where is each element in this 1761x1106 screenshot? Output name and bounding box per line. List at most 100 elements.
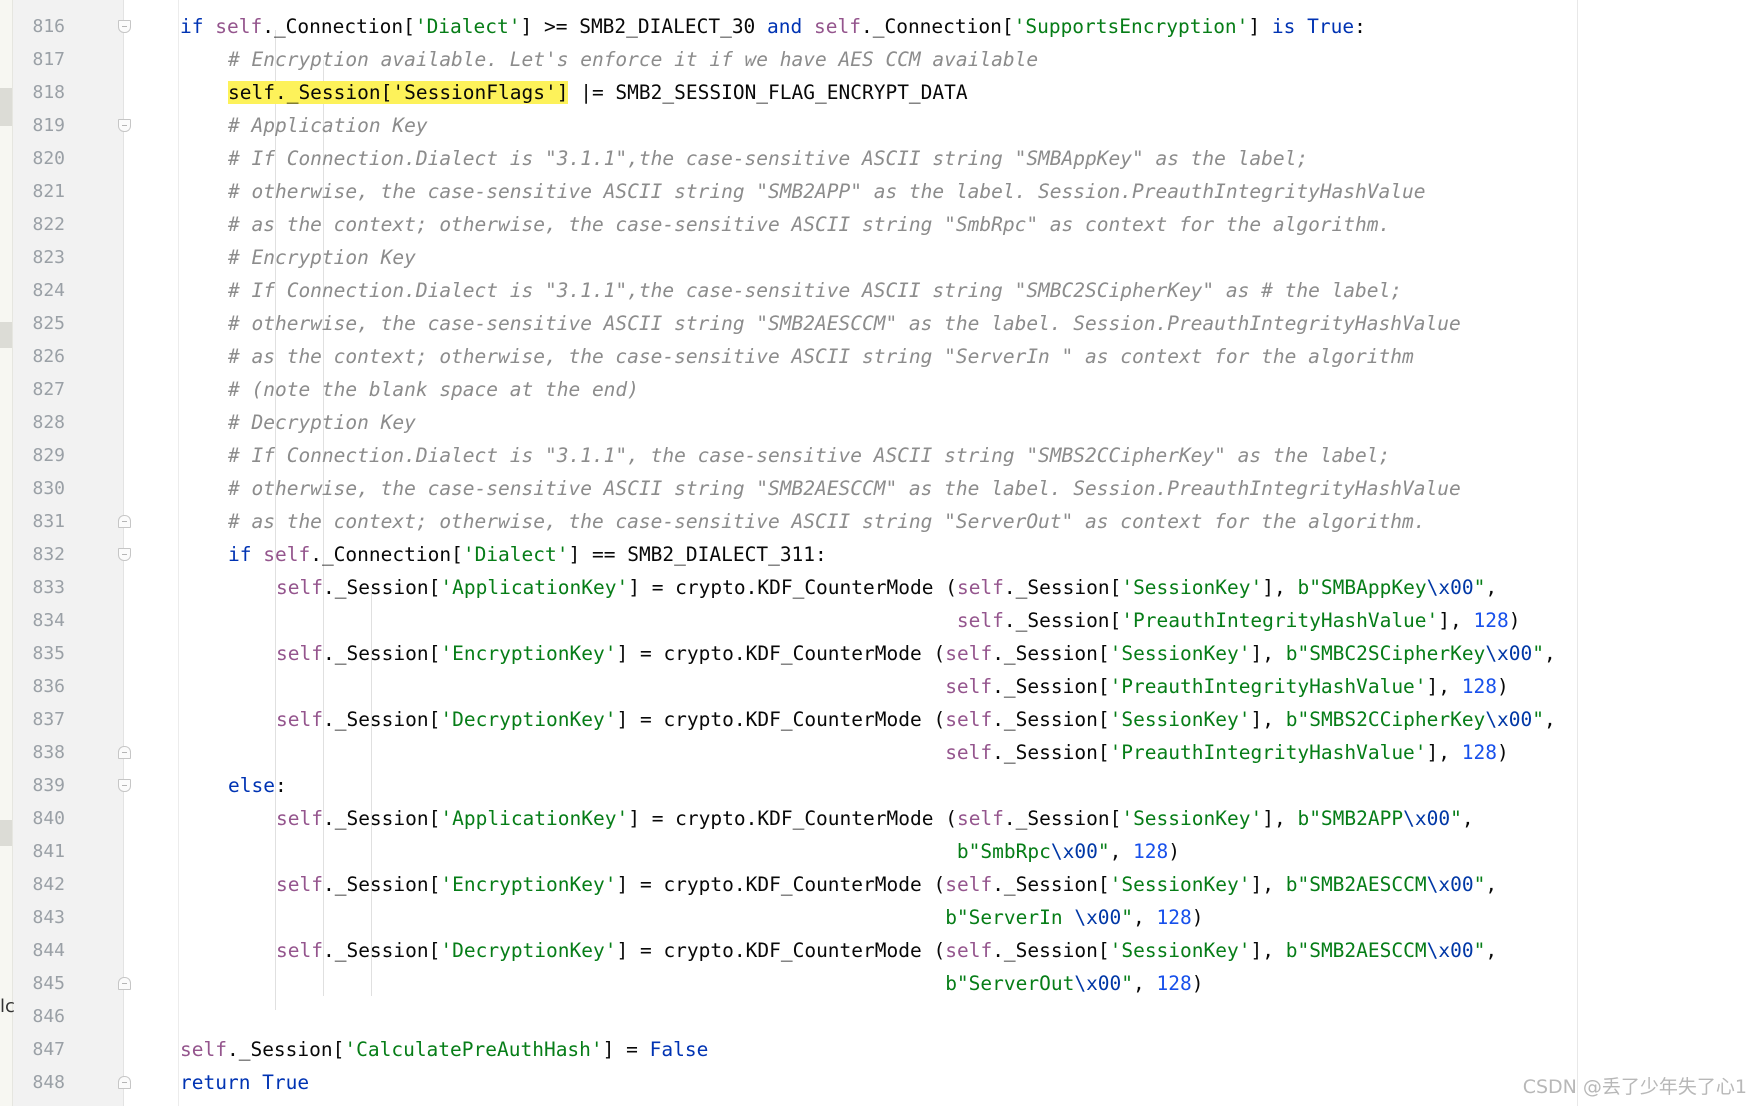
code-line[interactable]: self._Session['ApplicationKey'] = crypto… (276, 571, 1497, 604)
code-line[interactable]: self._Session['PreauthIntegrityHashValue… (276, 670, 1509, 703)
line-number[interactable]: 825 (13, 307, 65, 340)
line-number[interactable]: 822 (13, 208, 65, 241)
code-token: # Encryption Key (228, 246, 416, 269)
line-number[interactable]: 820 (13, 142, 65, 175)
code-line[interactable]: # otherwise, the case-sensitive ASCII st… (228, 307, 1461, 340)
code-line[interactable]: # as the context; otherwise, the case-se… (228, 208, 1390, 241)
line-number[interactable]: 821 (13, 175, 65, 208)
line-number[interactable]: 830 (13, 472, 65, 505)
code-line[interactable]: self._Session['ApplicationKey'] = crypto… (276, 802, 1474, 835)
line-number[interactable]: 833 (13, 571, 65, 604)
fold-toggle-icon[interactable] (118, 779, 131, 792)
line-number[interactable]: 835 (13, 637, 65, 670)
fold-toggle-icon[interactable] (118, 20, 131, 33)
line-number[interactable]: 846 (13, 1000, 65, 1033)
line-number[interactable]: 838 (13, 736, 65, 769)
line-number[interactable]: 840 (13, 802, 65, 835)
code-token: ) (1191, 906, 1204, 929)
code-token: # otherwise, the case-sensitive ASCII st… (228, 477, 1461, 500)
line-number[interactable]: 841 (13, 835, 65, 868)
code-token: 'PreauthIntegrityHashValue' (1109, 675, 1427, 698)
code-token: 'SessionKey' (1109, 642, 1251, 665)
code-line[interactable]: self._Session['PreauthIntegrityHashValue… (276, 736, 1509, 769)
fold-end-icon[interactable] (118, 746, 131, 759)
line-number[interactable]: 831 (13, 505, 65, 538)
code-line[interactable]: self._Session['SessionFlags'] |= SMB2_SE… (228, 76, 968, 109)
code-line[interactable]: self._Session['CalculatePreAuthHash'] = … (180, 1033, 708, 1066)
code-line[interactable]: if self._Connection['Dialect'] == SMB2_D… (228, 538, 827, 571)
code-token: 'SessionKey' (1109, 708, 1251, 731)
code-token: self (215, 15, 263, 38)
code-token: 'Dialect' (414, 15, 521, 38)
code-line[interactable]: if self._Connection['Dialect'] >= SMB2_D… (180, 10, 1366, 43)
code-line[interactable]: self._Session['DecryptionKey'] = crypto.… (276, 703, 1556, 736)
line-number[interactable]: 843 (13, 901, 65, 934)
code-line[interactable]: else: (228, 769, 287, 802)
code-token: ] (1248, 15, 1272, 38)
code-token: ._Session[ (992, 675, 1110, 698)
line-number[interactable]: 819 (13, 109, 65, 142)
line-number[interactable]: 834 (13, 604, 65, 637)
code-line[interactable]: b"ServerIn \x00", 128) (276, 901, 1204, 934)
code-token: , (1544, 642, 1556, 665)
code-line[interactable]: # If Connection.Dialect is "3.1.1",the c… (228, 274, 1402, 307)
code-line[interactable]: # Application Key (228, 109, 428, 142)
line-number[interactable]: 817 (13, 43, 65, 76)
code-line[interactable]: # Encryption Key (228, 241, 416, 274)
fold-end-icon[interactable] (118, 977, 131, 990)
code-token: self (945, 642, 993, 665)
code-token: ._Session[ (1003, 807, 1122, 830)
code-line[interactable]: self._Session['DecryptionKey'] = crypto.… (276, 934, 1497, 967)
code-token: ._Session[ (322, 873, 441, 896)
line-number[interactable]: 844 (13, 934, 65, 967)
code-line[interactable]: b"ServerOut\x00", 128) (276, 967, 1203, 1000)
line-number[interactable]: 845 (13, 967, 65, 1000)
line-number[interactable]: 832 (13, 538, 65, 571)
fold-column (124, 0, 179, 1106)
code-line[interactable]: # otherwise, the case-sensitive ASCII st… (228, 175, 1425, 208)
code-line[interactable]: # If Connection.Dialect is "3.1.1", the … (228, 439, 1390, 472)
line-number[interactable]: 839 (13, 769, 65, 802)
line-number[interactable]: 823 (13, 241, 65, 274)
line-number[interactable]: 824 (13, 274, 65, 307)
code-token: \x00 (1426, 576, 1474, 599)
fold-toggle-icon[interactable] (118, 548, 131, 561)
line-number[interactable]: 826 (13, 340, 65, 373)
line-number[interactable]: 829 (13, 439, 65, 472)
code-line[interactable]: self._Session['EncryptionKey'] = crypto.… (276, 637, 1556, 670)
code-token: \x00 (1485, 708, 1533, 731)
line-number[interactable]: 847 (13, 1033, 65, 1066)
code-line[interactable]: self._Session['PreauthIntegrityHashValue… (276, 604, 1521, 637)
code-line[interactable]: # (note the blank space at the end) (228, 373, 639, 406)
code-line[interactable]: b"SmbRpc\x00", 128) (276, 835, 1180, 868)
code-line[interactable]: return True (180, 1066, 309, 1099)
code-line[interactable]: # Decryption Key (228, 406, 416, 439)
code-token: ._Session[ (992, 873, 1110, 896)
line-number[interactable]: 828 (13, 406, 65, 439)
line-number[interactable]: 816 (13, 10, 65, 43)
code-token: ], (1262, 576, 1298, 599)
code-line[interactable]: # as the context; otherwise, the case-se… (228, 340, 1414, 373)
code-token: self (945, 873, 993, 896)
code-token: 128 (1461, 675, 1498, 698)
line-number[interactable]: 818 (13, 76, 65, 109)
line-number[interactable]: 848 (13, 1066, 65, 1099)
code-token: self (263, 543, 311, 566)
code-line[interactable]: # Encryption available. Let's enforce it… (228, 43, 1038, 76)
code-editor[interactable]: 816 if self._Connection['Dialect'] >= SMB… (0, 0, 1761, 1106)
code-line[interactable]: self._Session['EncryptionKey'] = crypto.… (276, 868, 1497, 901)
code-token: 'SessionKey' (1109, 939, 1251, 962)
line-number[interactable]: 836 (13, 670, 65, 703)
code-token: b"SMB2APP (1297, 807, 1404, 830)
code-line[interactable]: # If Connection.Dialect is "3.1.1",the c… (228, 142, 1308, 175)
code-token: " (1121, 906, 1134, 929)
line-number[interactable]: 827 (13, 373, 65, 406)
code-token: # as the context; otherwise, the case-se… (228, 510, 1426, 533)
code-line[interactable]: # otherwise, the case-sensitive ASCII st… (228, 472, 1461, 505)
line-number[interactable]: 842 (13, 868, 65, 901)
fold-end-icon[interactable] (118, 1076, 131, 1089)
fold-toggle-icon[interactable] (118, 119, 131, 132)
line-number[interactable]: 837 (13, 703, 65, 736)
fold-end-icon[interactable] (118, 515, 131, 528)
code-line[interactable]: # as the context; otherwise, the case-se… (228, 505, 1425, 538)
